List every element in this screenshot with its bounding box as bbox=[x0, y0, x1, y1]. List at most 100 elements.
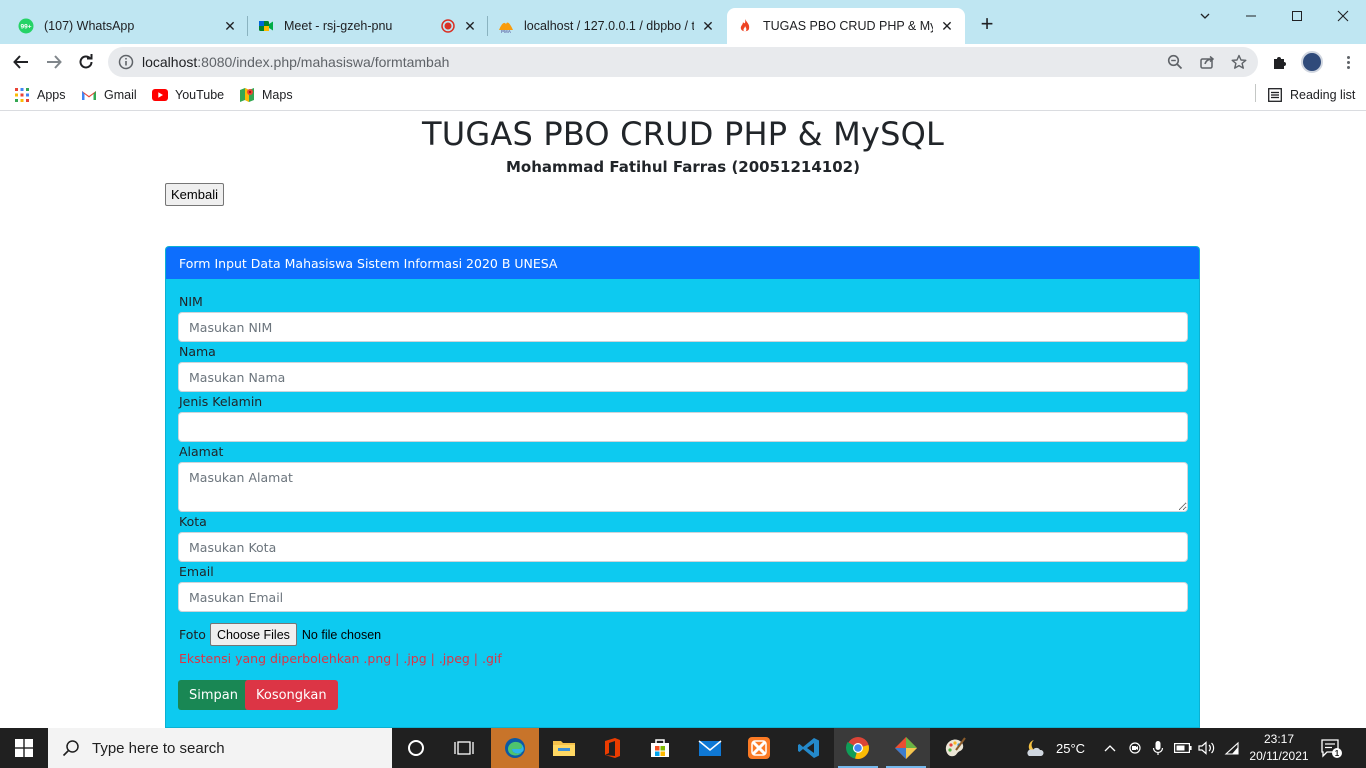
close-tab-icon[interactable]: ✕ bbox=[939, 18, 955, 34]
alamat-textarea[interactable] bbox=[178, 462, 1188, 512]
site-info-icon[interactable] bbox=[118, 54, 134, 73]
apps-grid-icon bbox=[14, 87, 30, 103]
tab-whatsapp[interactable]: 99+ (107) WhatsApp ✕ bbox=[8, 8, 248, 44]
card-header: Form Input Data Mahasiswa Sistem Informa… bbox=[166, 247, 1199, 279]
notification-center-icon[interactable]: 1 bbox=[1320, 738, 1342, 761]
edge-icon[interactable] bbox=[491, 728, 539, 768]
svg-text:99+: 99+ bbox=[20, 24, 31, 31]
share-icon[interactable] bbox=[1198, 53, 1216, 71]
microsoft-store-icon[interactable] bbox=[636, 728, 684, 768]
mail-icon[interactable] bbox=[686, 728, 734, 768]
youtube-icon bbox=[152, 87, 168, 103]
bookmark-star-icon[interactable] bbox=[1230, 53, 1248, 71]
bookmark-label: Maps bbox=[262, 88, 293, 102]
chrome-icon[interactable] bbox=[834, 728, 882, 768]
save-button[interactable]: Simpan bbox=[178, 680, 249, 710]
jenis-kelamin-input[interactable] bbox=[178, 412, 1188, 442]
foto-label: Foto bbox=[179, 627, 206, 642]
bookmark-label: Apps bbox=[37, 88, 66, 102]
paint-icon[interactable] bbox=[931, 728, 979, 768]
choose-files-button[interactable]: Choose Files bbox=[209, 623, 297, 646]
foto-row: Foto Choose Files No file chosen bbox=[179, 623, 381, 646]
close-tab-icon[interactable]: ✕ bbox=[700, 18, 716, 34]
page-title: TUGAS PBO CRUD PHP & MySQL bbox=[421, 115, 945, 153]
maximize-icon[interactable] bbox=[1274, 4, 1320, 28]
reload-icon[interactable] bbox=[72, 48, 100, 76]
recording-icon bbox=[440, 18, 456, 34]
file-status: No file chosen bbox=[301, 627, 382, 642]
profile-avatar[interactable] bbox=[1301, 51, 1323, 73]
wifi-icon[interactable] bbox=[1224, 728, 1240, 768]
bookmark-apps[interactable]: Apps bbox=[14, 85, 66, 105]
phpmyadmin-icon: PMA bbox=[498, 18, 514, 34]
bookmark-label: YouTube bbox=[175, 88, 225, 102]
whatsapp-icon: 99+ bbox=[18, 18, 34, 34]
battery-icon[interactable] bbox=[1174, 728, 1192, 768]
bookmarks-divider bbox=[1255, 84, 1256, 102]
search-placeholder: Type here to search bbox=[92, 739, 225, 757]
search-icon bbox=[62, 739, 82, 757]
browser-menu-icon[interactable] bbox=[1338, 52, 1358, 72]
clock-time: 23:17 bbox=[1263, 732, 1295, 746]
nim-label: NIM bbox=[179, 294, 203, 309]
email-input[interactable] bbox=[178, 582, 1188, 612]
nim-input[interactable] bbox=[178, 312, 1188, 342]
page-subtitle: Mohammad Fatihul Farras (20051214102) bbox=[506, 158, 860, 176]
address-bar[interactable]: localhost:8080/index.php/mahasiswa/formt… bbox=[108, 47, 1258, 77]
zoom-icon[interactable] bbox=[1166, 53, 1184, 71]
close-tab-icon[interactable]: ✕ bbox=[222, 18, 238, 34]
temperature: 25°C bbox=[1056, 740, 1086, 756]
task-view-icon[interactable] bbox=[440, 728, 488, 768]
clock-date: 20/11/2021 bbox=[1249, 749, 1309, 763]
tab-meet[interactable]: Meet - rsj-gzeh-pnu ✕ bbox=[248, 8, 488, 44]
microphone-icon[interactable] bbox=[1152, 728, 1164, 768]
nama-label: Nama bbox=[179, 344, 216, 359]
bookmark-label: Gmail bbox=[104, 88, 137, 102]
bookmark-maps[interactable]: Maps bbox=[239, 85, 293, 105]
back-button[interactable]: Kembali bbox=[165, 183, 224, 206]
back-arrow-icon[interactable] bbox=[7, 48, 35, 76]
tab-active-crud[interactable]: TUGAS PBO CRUD PHP & MySQL ✕ bbox=[727, 8, 965, 44]
office-icon[interactable] bbox=[588, 728, 636, 768]
alamat-label: Alamat bbox=[179, 444, 224, 459]
window-tab-search-icon[interactable] bbox=[1182, 4, 1228, 28]
cortana-icon[interactable] bbox=[392, 728, 440, 768]
url-path: :8080/index.php/mahasiswa/formtambah bbox=[197, 54, 450, 70]
tray-chevron-icon[interactable] bbox=[1104, 728, 1116, 768]
svg-text:PMA: PMA bbox=[501, 29, 512, 34]
close-window-icon[interactable] bbox=[1320, 4, 1366, 28]
bookmark-gmail[interactable]: Gmail bbox=[81, 85, 137, 105]
meet-now-icon[interactable] bbox=[1128, 728, 1142, 768]
google-meet-icon bbox=[258, 18, 274, 34]
bookmark-youtube[interactable]: YouTube bbox=[152, 85, 224, 105]
clear-button[interactable]: Kosongkan bbox=[245, 680, 338, 710]
start-button[interactable] bbox=[0, 728, 48, 768]
xampp-icon[interactable] bbox=[735, 728, 783, 768]
git-gui-icon[interactable] bbox=[882, 728, 930, 768]
tab-title: Meet - rsj-gzeh-pnu bbox=[284, 19, 393, 33]
windows-taskbar: Type here to search 25°C 23:17 20/11/202… bbox=[0, 728, 1366, 768]
taskbar-clock[interactable]: 23:17 20/11/2021 bbox=[1244, 731, 1314, 765]
taskbar-search[interactable]: Type here to search bbox=[48, 728, 392, 768]
url-text: localhost:8080/index.php/mahasiswa/formt… bbox=[142, 54, 449, 70]
minimize-icon[interactable] bbox=[1228, 4, 1274, 28]
new-tab-button[interactable]: + bbox=[976, 13, 998, 36]
file-explorer-icon[interactable] bbox=[540, 728, 588, 768]
weather-widget[interactable]: 25°C bbox=[1024, 728, 1085, 768]
nama-input[interactable] bbox=[178, 362, 1188, 392]
tab-title: (107) WhatsApp bbox=[44, 19, 135, 33]
maps-icon bbox=[239, 87, 255, 103]
forward-arrow-icon[interactable] bbox=[40, 48, 68, 76]
reading-list-button[interactable]: Reading list bbox=[1267, 85, 1355, 105]
kota-label: Kota bbox=[179, 514, 207, 529]
vscode-icon[interactable] bbox=[785, 728, 833, 768]
extensions-puzzle-icon[interactable] bbox=[1270, 52, 1290, 72]
volume-icon[interactable] bbox=[1198, 728, 1216, 768]
kota-input[interactable] bbox=[178, 532, 1188, 562]
moon-cloud-icon bbox=[1024, 738, 1048, 758]
reading-list-icon bbox=[1267, 87, 1283, 103]
email-label: Email bbox=[179, 564, 214, 579]
close-tab-icon[interactable]: ✕ bbox=[462, 18, 478, 34]
tab-phpmyadmin[interactable]: PMA localhost / 127.0.0.1 / dbpbo / tr ✕ bbox=[488, 8, 726, 44]
reading-list-label: Reading list bbox=[1290, 88, 1356, 102]
